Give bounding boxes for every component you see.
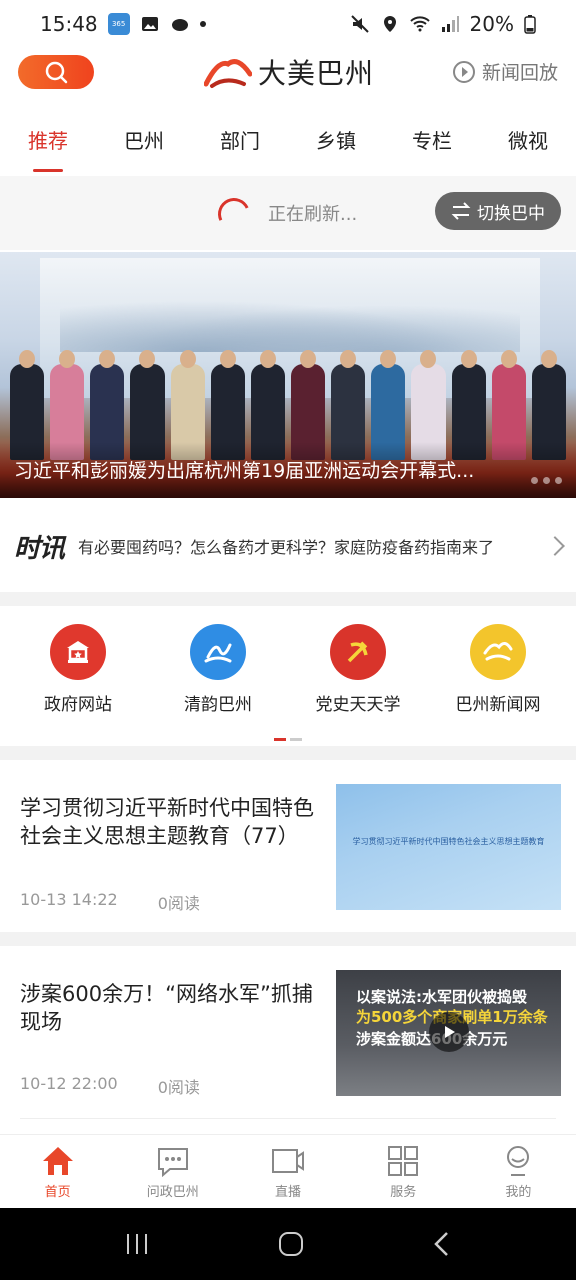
article-item[interactable]: 学习贯彻习近平新时代中国特色社会主义思想主题教育（77） 10-13 14:22… [0,760,576,930]
bazhou-news-icon [470,624,526,680]
article-reads: 0阅读 [157,1078,200,1097]
app-logo: 大美巴州 [204,52,374,92]
banner-pager [531,477,562,484]
refresh-status: 正在刷新... [268,204,358,225]
party-emblem-icon [330,624,386,680]
article-item[interactable]: 涉案600余万！“网络水军”抓捕现场 10-12 22:00 0阅读 以案说法:… [0,946,576,1119]
quick-link-label: 党史天天学 [315,695,401,715]
recent-apps-icon[interactable] [124,1232,150,1256]
quick-link-label: 清韵巴州 [184,695,252,715]
quick-link-label: 巴州新闻网 [455,695,541,715]
app-notification-icon: 365 [107,13,130,35]
news-replay-button[interactable]: 新闻回放 [452,58,558,85]
quick-link-label: 政府网站 [44,695,112,715]
battery-percent: 20% [469,12,514,36]
qingyun-icon [190,624,246,680]
quick-link-qingyun[interactable]: 清韵巴州 [148,624,288,715]
divider [20,1118,556,1119]
refresh-bar: 正在刷新... 切换巴中 [0,176,576,250]
nav-home[interactable]: 首页 [0,1135,115,1208]
government-icon [50,624,106,680]
article-video-thumbnail: 以案说法:水军团伙被捣毁 为500多个商家刷单1万余条 涉案金额达600余万元 [336,970,561,1096]
swap-icon [451,202,471,220]
section-divider [0,592,576,606]
back-icon[interactable] [432,1231,452,1257]
signal-icon [441,16,459,32]
article-meta: 10-13 14:22 0阅读 [20,890,200,914]
logo-mountain-icon [204,59,252,88]
status-time: 15:48 [40,12,98,36]
tab-bazhou[interactable]: 巴州 [96,114,192,174]
bottom-nav: 首页 问政巴州 直播 服务 我的 [0,1134,576,1208]
chevron-right-icon [545,536,565,556]
logo-text: 大美巴州 [258,57,375,90]
quick-links: 政府网站 清韵巴州 党史天天学 巴州新闻网 [0,606,576,746]
nav-label: 首页 [44,1185,71,1200]
search-button[interactable] [18,55,94,89]
tab-towns[interactable]: 乡镇 [288,114,384,174]
location-icon [383,16,396,32]
switch-region-label: 切换巴中 [477,203,545,224]
nav-label: 服务 [390,1185,417,1200]
quick-link-bazhou-news[interactable]: 巴州新闻网 [428,624,568,715]
thumbnail-text: 以案说法:水军团伙被捣毁 [356,988,527,1006]
category-tabs: 推荐 巴州 部门 乡镇 专栏 微视 [0,114,576,174]
chat-icon [157,1148,188,1177]
article-reads: 0阅读 [157,894,200,913]
battery-icon [524,15,536,34]
search-icon [45,61,68,84]
tab-columns[interactable]: 专栏 [384,114,480,174]
loading-spinner-icon [213,193,255,235]
quick-link-party-history[interactable]: 党史天天学 [288,624,428,715]
nav-profile[interactable]: 我的 [461,1135,576,1208]
gallery-icon [141,17,158,31]
section-divider [0,932,576,946]
article-thumbnail: 学习贯彻习近平新时代中国特色社会主义思想主题教育 [336,784,561,910]
article-title: 涉案600余万！“网络水军”抓捕现场 [20,982,313,1034]
headline-banner[interactable]: 习近平和彭丽媛为出席杭州第19届亚洲运动会开幕式... [0,252,576,498]
nav-label: 直播 [275,1185,302,1200]
user-icon [507,1146,530,1176]
banner-mountains [60,292,520,352]
ticker-logo: 时讯 [14,533,65,564]
banner-caption: 习近平和彭丽媛为出席杭州第19届亚洲运动会开幕式... [0,442,576,498]
nav-label: 我的 [505,1185,532,1200]
tab-recommend[interactable]: 推荐 [0,114,96,174]
news-replay-label: 新闻回放 [481,62,558,84]
nav-live[interactable]: 直播 [230,1135,345,1208]
article-title: 学习贯彻习近平新时代中国特色社会主义思想主题教育（77） [20,796,314,848]
quick-links-pager [274,738,302,741]
mute-icon [350,15,369,33]
nav-inquiry[interactable]: 问政巴州 [115,1135,230,1208]
play-circle-icon [452,60,475,83]
article-meta: 10-12 22:00 0阅读 [20,1074,200,1098]
switch-region-button[interactable]: 切换巴中 [435,192,561,230]
video-camera-icon [272,1149,304,1173]
nav-services[interactable]: 服务 [346,1135,461,1208]
ticker-headline: 有必要囤药吗？怎么备药才更科学？家庭防疫备药指南来了 [78,538,495,557]
quick-link-government[interactable]: 政府网站 [8,624,148,715]
grid-icon [388,1146,419,1176]
home-button-icon[interactable] [278,1231,304,1257]
news-ticker[interactable]: 时讯 有必要囤药吗？怎么备药才更科学？家庭防疫备药指南来了 [0,500,576,592]
thumbnail-text: 学习贯彻习近平新时代中国特色社会主义思想主题教育 [352,837,545,846]
article-time: 10-12 22:00 [20,1074,118,1093]
wifi-icon [409,16,430,32]
section-divider [0,746,576,760]
play-icon[interactable] [429,1012,469,1052]
tab-departments[interactable]: 部门 [192,114,288,174]
home-icon [42,1147,73,1175]
more-notifications-dot [199,21,206,27]
nav-label: 问政巴州 [146,1185,199,1200]
cloud-icon [171,19,188,31]
tab-micro-video[interactable]: 微视 [480,114,576,174]
article-time: 10-13 14:22 [20,890,118,909]
app-header: 大美巴州 新闻回放 [0,48,576,104]
system-nav-bar [0,1208,576,1280]
status-bar: 15:48 365 20% [0,0,576,48]
